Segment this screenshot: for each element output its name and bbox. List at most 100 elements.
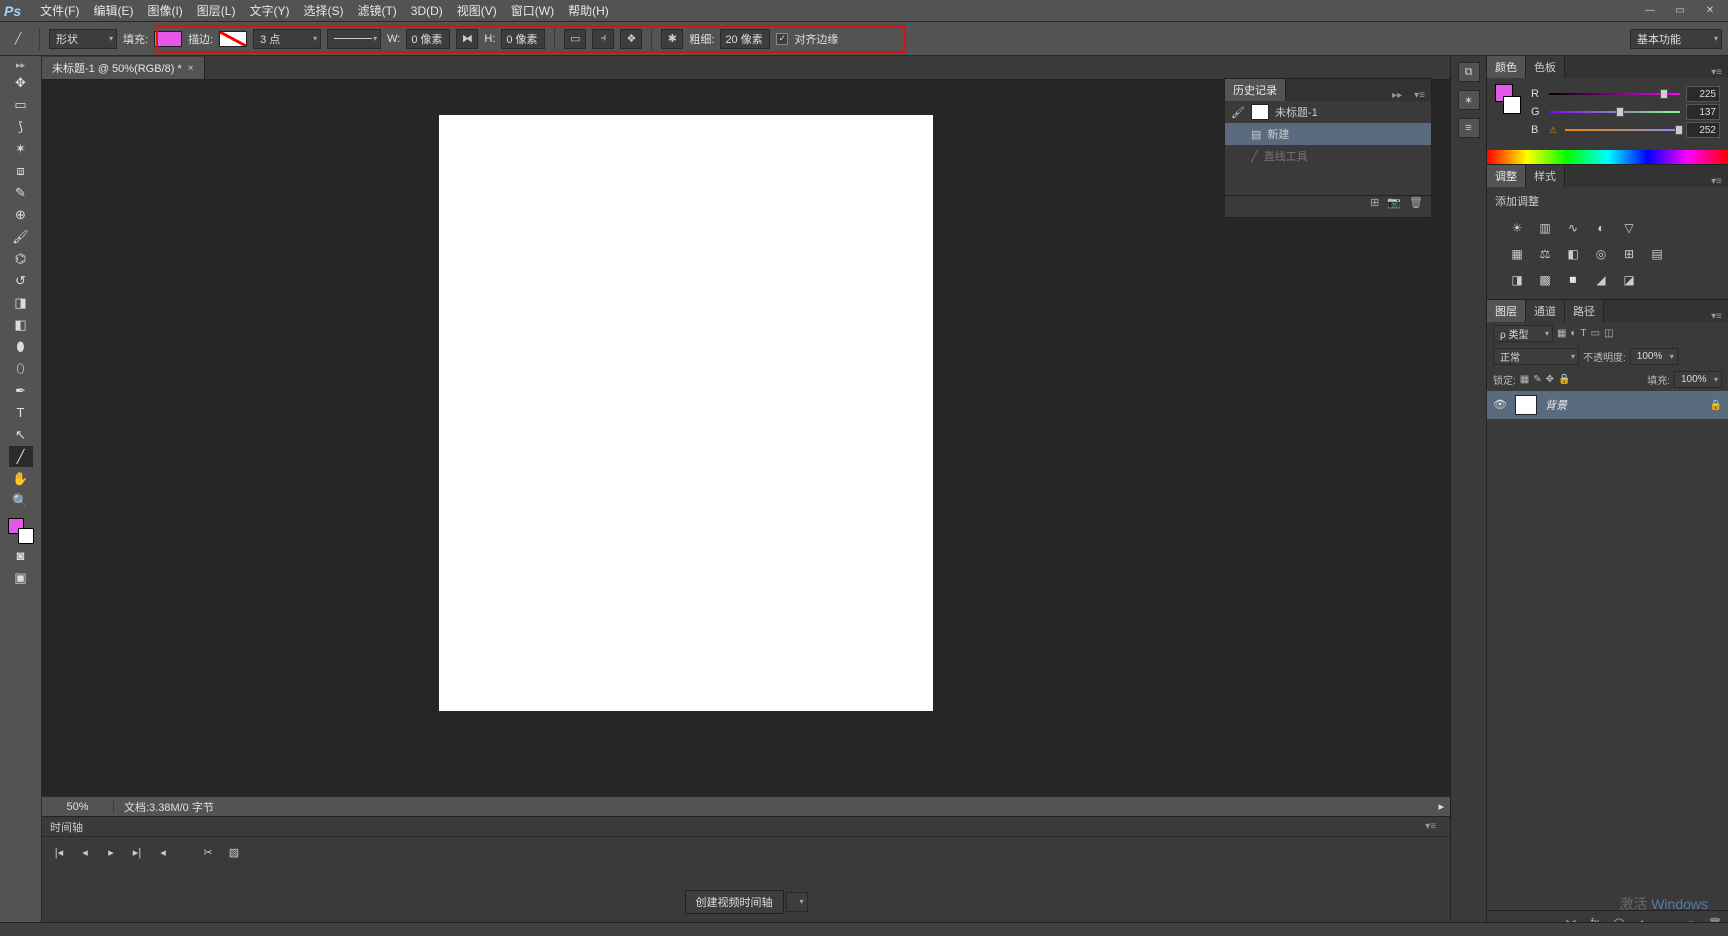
fill-dropdown[interactable]: 100% (1674, 371, 1722, 388)
history-doc-row[interactable]: 🖌 未标题-1 (1225, 101, 1431, 123)
pen-tool[interactable]: ✒ (9, 380, 33, 401)
gradient-tool[interactable]: ◧ (9, 314, 33, 335)
goto-first-icon[interactable]: |◂ (52, 846, 66, 859)
adj-curves-icon[interactable]: ∿ (1563, 219, 1583, 237)
canvas[interactable] (439, 115, 933, 711)
filter-type-icon[interactable]: T (1581, 328, 1587, 339)
stub-icon-3[interactable]: ≡ (1458, 118, 1480, 138)
path-select-tool[interactable]: ↖ (9, 424, 33, 445)
visibility-icon[interactable]: 👁 (1493, 398, 1507, 412)
menu-image[interactable]: 图像(I) (140, 0, 189, 21)
transition-icon[interactable]: ▨ (227, 846, 241, 859)
menu-select[interactable]: 选择(S) (296, 0, 350, 21)
filter-shape-icon[interactable]: ▭ (1591, 328, 1600, 339)
filter-smart-icon[interactable]: ◫ (1604, 328, 1613, 339)
adj-invert-icon[interactable]: ◨ (1507, 271, 1527, 289)
type-tool[interactable]: T (9, 402, 33, 423)
stroke-swatch[interactable] (219, 31, 247, 47)
adj-balance-icon[interactable]: ⚖ (1535, 245, 1555, 263)
scissors-icon[interactable]: ✂ (201, 846, 215, 859)
menu-view[interactable]: 视图(V) (450, 0, 504, 21)
new-snapshot-icon[interactable]: ⊞ (1370, 196, 1379, 217)
layer-filter-dropdown[interactable]: ρ 类型 (1493, 325, 1553, 342)
menu-file[interactable]: 文件(F) (33, 0, 86, 21)
gear-icon[interactable]: ✱ (661, 29, 683, 49)
maximize-button[interactable]: ▭ (1666, 2, 1694, 20)
lock-icon[interactable]: 🔒 (1710, 400, 1722, 411)
align-edges-checkbox[interactable]: ✓ (776, 33, 788, 45)
tab-close-icon[interactable]: × (188, 63, 194, 74)
b-input[interactable] (1686, 122, 1720, 138)
b-slider[interactable] (1565, 125, 1680, 135)
adjust-menu-icon[interactable]: ▾≡ (1705, 176, 1728, 187)
workspace-dropdown[interactable]: 基本功能 (1630, 29, 1722, 49)
r-input[interactable] (1686, 86, 1720, 102)
eraser-tool[interactable]: ◨ (9, 292, 33, 313)
menu-window[interactable]: 窗口(W) (504, 0, 561, 21)
blend-mode-dropdown[interactable]: 正常 (1493, 348, 1579, 365)
trash-icon[interactable]: 🗑 (1409, 196, 1423, 217)
menu-layer[interactable]: 图层(L) (190, 0, 243, 21)
eyedropper-tool[interactable]: ✎ (9, 182, 33, 203)
stub-icon-2[interactable]: ✶ (1458, 90, 1480, 110)
brush-tool[interactable]: 🖌 (9, 226, 33, 247)
opacity-dropdown[interactable]: 100% (1630, 348, 1678, 365)
line-tool[interactable]: ╱ (9, 446, 33, 467)
heal-tool[interactable]: ⊕ (9, 204, 33, 225)
screenmode-tool[interactable]: ▣ (9, 567, 33, 588)
mode-dropdown[interactable]: 形状 (49, 29, 117, 49)
dodge-tool[interactable]: ⬯ (9, 358, 33, 379)
stamp-tool[interactable]: ⌬ (9, 248, 33, 269)
status-popout-icon[interactable]: ▸ (1432, 800, 1450, 813)
adj-lookup-icon[interactable]: ▤ (1647, 245, 1667, 263)
history-expand-icon[interactable]: ▸▸ (1386, 90, 1408, 101)
stroke-width-dropdown[interactable]: 3 点 (253, 29, 321, 49)
thickness-input[interactable] (720, 29, 770, 49)
tab-adjust[interactable]: 调整 (1487, 165, 1526, 187)
adj-vibrance-icon[interactable]: ▽ (1619, 219, 1639, 237)
blur-tool[interactable]: ⬮ (9, 336, 33, 357)
color-swatches[interactable] (8, 518, 34, 544)
adj-exposure-icon[interactable]: ◐ (1591, 219, 1611, 237)
adj-posterize-icon[interactable]: ▩ (1535, 271, 1555, 289)
prev-frame-icon[interactable]: ◂ (78, 846, 92, 859)
layer-name[interactable]: 背景 (1545, 397, 1702, 413)
fill-swatch[interactable] (154, 31, 182, 47)
filter-adjust-icon[interactable]: ◐ (1570, 328, 1576, 339)
lock-pixels-icon[interactable]: ▦ (1520, 374, 1529, 385)
tab-paths[interactable]: 路径 (1565, 300, 1604, 322)
history-item-new[interactable]: ▤ 新建 (1225, 123, 1431, 145)
layer-row-background[interactable]: 👁 背景 🔒 (1487, 391, 1728, 419)
tab-layers[interactable]: 图层 (1487, 300, 1526, 322)
stroke-style-dropdown[interactable] (327, 29, 381, 49)
layers-menu-icon[interactable]: ▾≡ (1705, 311, 1728, 322)
path-ops-icon[interactable]: ▭ (564, 29, 586, 49)
menu-3d[interactable]: 3D(D) (404, 2, 450, 20)
lock-move-icon[interactable]: ✥ (1546, 374, 1554, 385)
filter-pixel-icon[interactable]: ▦ (1557, 328, 1566, 339)
adj-selective-icon[interactable]: ◪ (1619, 271, 1639, 289)
link-wh-icon[interactable]: ⧓ (456, 29, 478, 49)
tools-toggle[interactable]: ▸▸ (16, 60, 25, 71)
close-button[interactable]: ✕ (1696, 2, 1724, 20)
g-input[interactable] (1686, 104, 1720, 120)
next-frame-icon[interactable]: ▸| (130, 846, 144, 859)
tab-history[interactable]: 历史记录 (1225, 79, 1286, 101)
move-tool[interactable]: ✥ (9, 72, 33, 93)
menu-type[interactable]: 文字(Y) (242, 0, 296, 21)
minimize-button[interactable]: — (1636, 2, 1664, 20)
width-input[interactable] (406, 29, 450, 49)
adj-mixer-icon[interactable]: ⊞ (1619, 245, 1639, 263)
adj-bw-icon[interactable]: ◧ (1563, 245, 1583, 263)
adj-brightness-icon[interactable]: ☀ (1507, 219, 1527, 237)
goto-last-icon[interactable]: ◂ (156, 846, 170, 859)
r-slider[interactable] (1549, 89, 1680, 99)
arrange-icon[interactable]: ❖ (620, 29, 642, 49)
g-slider[interactable] (1549, 107, 1680, 117)
adj-map-icon[interactable]: ◢ (1591, 271, 1611, 289)
play-icon[interactable]: ▸ (104, 846, 118, 859)
zoom-field[interactable]: 50% (42, 801, 114, 813)
tab-styles[interactable]: 样式 (1526, 165, 1565, 187)
lock-paint-icon[interactable]: ✎ (1533, 374, 1541, 385)
history-item-line[interactable]: ╱ 直线工具 (1225, 145, 1431, 167)
